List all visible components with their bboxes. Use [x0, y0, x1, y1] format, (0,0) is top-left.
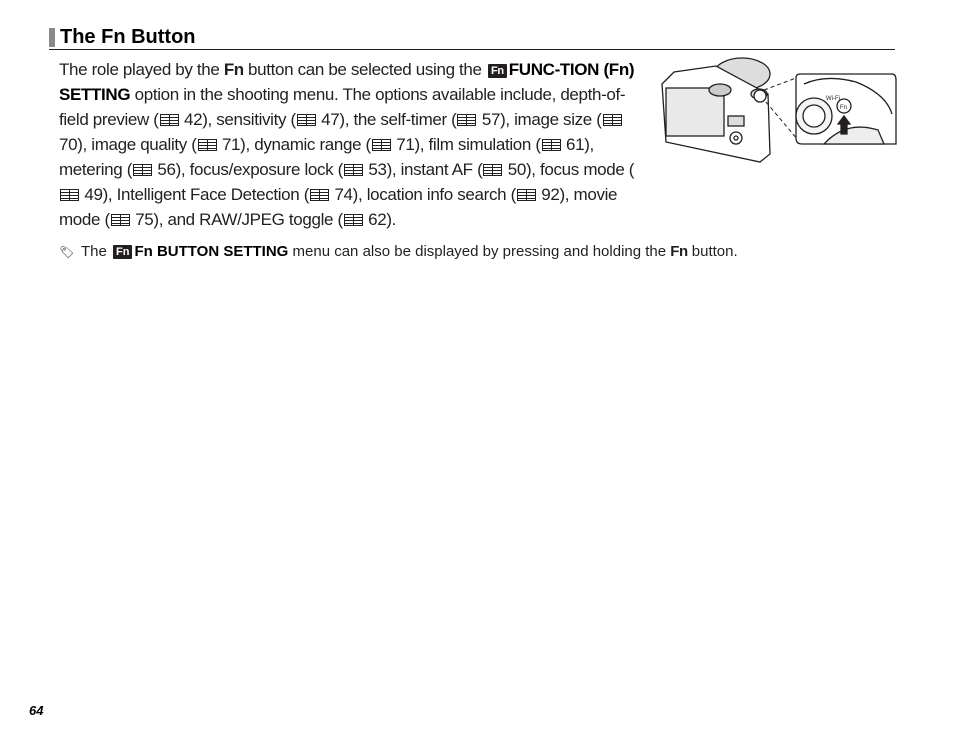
camera-illustration: Wi-Fi Fn — [661, 57, 897, 163]
description-paragraph: The role played by the Fn button can be … — [59, 60, 635, 229]
fn-menu-icon: Fn — [488, 64, 507, 78]
tag-icon: 🏷 — [59, 245, 75, 259]
fn-label: Fn — [840, 105, 847, 111]
section-heading: The Fn Button — [49, 26, 895, 50]
page-ref[interactable]: 70 — [59, 135, 78, 154]
book-icon — [110, 214, 130, 226]
book-icon — [483, 164, 503, 176]
page-ref[interactable]: 71 — [222, 135, 241, 154]
page-ref[interactable]: 75 — [135, 210, 154, 229]
page-ref[interactable]: 71 — [396, 135, 415, 154]
page-ref[interactable]: 47 — [321, 110, 340, 129]
fn-button-label: Fn — [223, 60, 244, 79]
page-ref[interactable]: 57 — [482, 110, 501, 129]
book-icon — [159, 114, 179, 126]
note: 🏷 The Fn Fn BUTTON SETTING menu can also b… — [59, 241, 899, 263]
book-icon — [60, 189, 79, 201]
book-icon — [197, 139, 217, 151]
page-ref[interactable]: 61 — [566, 135, 585, 154]
heading-marker — [49, 28, 55, 47]
book-icon — [516, 189, 536, 201]
book-icon — [133, 164, 153, 176]
page-ref[interactable]: 50 — [508, 160, 527, 179]
page-ref[interactable]: 49 — [84, 185, 103, 204]
book-icon — [343, 164, 363, 176]
book-icon — [457, 114, 477, 126]
page-ref[interactable]: 53 — [368, 160, 387, 179]
book-icon — [602, 114, 622, 126]
fn-menu-icon: Fn — [113, 245, 133, 259]
page-ref[interactable]: 56 — [157, 160, 176, 179]
book-icon — [310, 189, 330, 201]
page-ref[interactable]: 42 — [184, 110, 203, 129]
fn-button-label: Fn — [670, 243, 688, 260]
wifi-label: Wi-Fi — [826, 96, 840, 102]
section-title: The Fn Button — [60, 26, 196, 48]
book-icon — [343, 214, 363, 226]
page-ref[interactable]: 92 — [541, 185, 560, 204]
book-icon — [541, 139, 561, 151]
page-number: 64 — [29, 703, 44, 718]
book-icon — [371, 139, 391, 151]
book-icon — [296, 114, 316, 126]
page-ref[interactable]: 62 — [368, 210, 387, 229]
menu-name: Fn BUTTON SETTING — [134, 243, 289, 260]
page-ref[interactable]: 74 — [334, 185, 353, 204]
